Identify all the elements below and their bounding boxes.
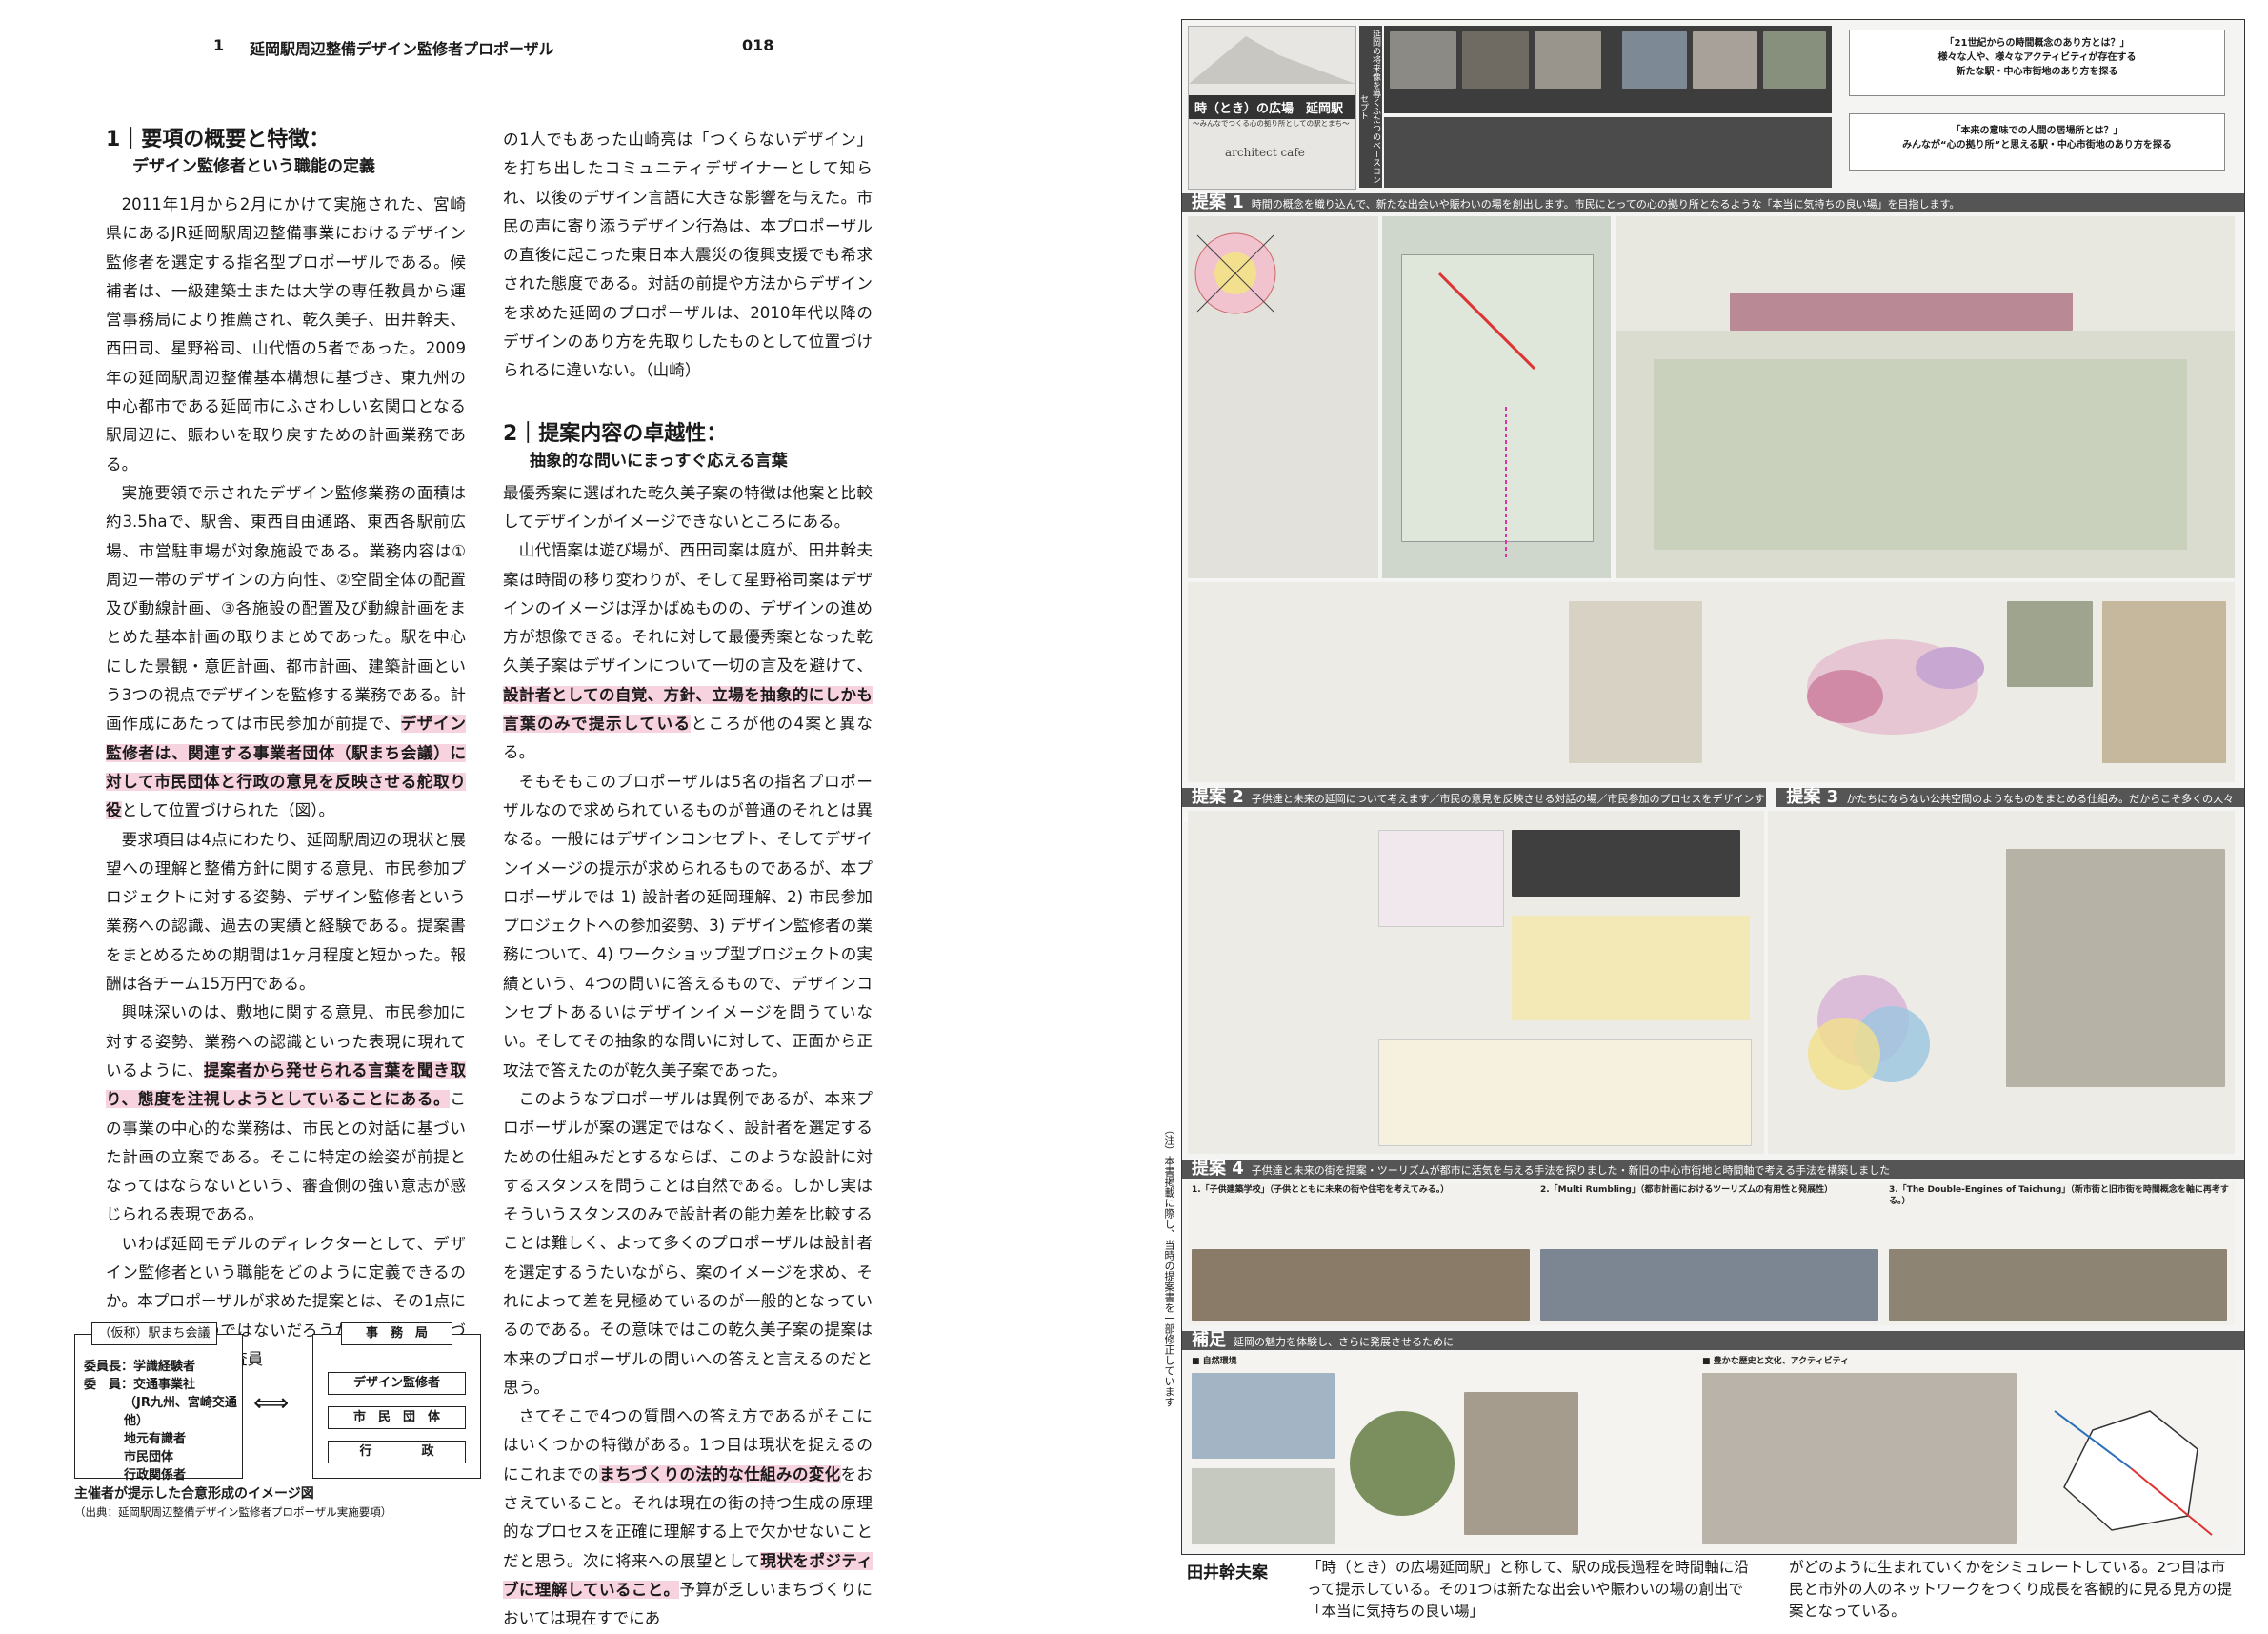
page-number: 018 [742, 36, 774, 54]
proposal-3-content [1768, 811, 2235, 1154]
figure-source: （出典：延岡駅周辺整備デザイン監修者プロポーザル実施要項） [74, 1505, 392, 1519]
text-run: この事業の中心的な業務は、市民との対話に基づいた計画の立案である。そこに特定の絵… [106, 1090, 466, 1224]
text-run: 山代悟案は遊び場が、西田司案は庭が、田井幹夫案は時間の移り変わりが、そして星野裕… [503, 541, 873, 676]
perspective-rendering [1616, 216, 2235, 578]
member-item: 行政関係者 [124, 1468, 187, 1483]
paragraph: このようなプロポーザルは異例であるが、本来プロポーザルが案の選定ではなく、設計者… [503, 1089, 873, 1397]
proposal-1-diagram [1188, 216, 1378, 578]
concept-vertical-label: 延岡の将来像を導くふたつのベースコンセプト [1358, 26, 1382, 188]
supplement-heading: ■ 豊かな歴史と文化、アクティビティ [1702, 1357, 1850, 1366]
column-2-body-2: 最優秀案に選ばれた乾久美子案の特徴は他案と比較してデザインがイメージできないとこ… [503, 479, 873, 1634]
proposal-1-band: 提案 1 時間の概念を織り込んで、新たな出会いや賑わいの場を創出します。市民にとっ… [1182, 193, 2244, 212]
photo-strip-top [1384, 26, 1832, 113]
supplement-text: 延岡の魅力を体験し、さらに発展させるために [1234, 1336, 1454, 1348]
proposal-2-band: 提案 2 子供達と未来の延岡について考えます／市民の意見を反映させる対話の場／市民… [1182, 787, 1767, 824]
proposal-2-content [1188, 811, 1764, 1154]
text-run: 実施要領で示されたデザイン監修業務の面積は約3.5haで、駅舎、東西自由通路、東… [106, 483, 466, 734]
members-list: （JR九州、宮崎交通他） 地元有識者 市民団体 行政関係者 [84, 1394, 242, 1484]
venn-diagram [1808, 975, 1930, 1090]
section-2-subtitle: 抽象的な問いにまっすぐ応える言葉 [530, 451, 788, 471]
text-run: として位置づけられた（図）。 [121, 801, 335, 820]
concept-question-1: 「21世紀からの時間概念のあり方とは？」 様々な人や、様々なアクティビティが存在… [1849, 30, 2225, 96]
red-route-lines [1437, 272, 1536, 559]
right-box-item: デザイン監修者 [328, 1372, 466, 1395]
panel-subtitle: 〜みんなでつくる心の拠り所としての駅とまち〜 [1193, 119, 1350, 128]
chapter-number: 1 [213, 36, 225, 54]
paragraph: 興味深いのは、敷地に関する意見、市民参加に対する姿勢、業務への認識といった表現に… [106, 999, 466, 1229]
proposal-board: 時（とき）の広場 延岡駅 〜みんなでつくる心の拠り所としての駅とまち〜 arch… [1181, 19, 2245, 1555]
chair-label: 委員長：学識経験者 [84, 1360, 196, 1374]
proposal-4-item: 1.「子供建築学校」（子供とともに未来の街や住宅を考えてみる。） [1192, 1185, 1450, 1195]
panel-title: 時（とき）の広場 延岡駅 [1189, 95, 1355, 119]
proposal-1-label: 提案 1 [1192, 192, 1244, 212]
member-item: 市民団体 [124, 1450, 174, 1464]
logo: architect cafe [1225, 146, 1305, 159]
right-box-item: 行 政 [328, 1441, 466, 1463]
column-1-body: 2011年1月から2月にかけて実施された、宮崎県にあるJR延岡駅周辺整備事業にお… [106, 191, 466, 1374]
column-1: 1｜要項の概要と特徴： デザイン監修者という職能の定義 2011年1月から2月に… [106, 126, 466, 1374]
proposal-4-item: 3.「The Double-Engines of Taichung」（新市街と旧… [1889, 1185, 2229, 1206]
left-box: 委員長：学識経験者 委 員：交通事業社 （JR九州、宮崎交通他） 地元有識者 市… [74, 1334, 243, 1483]
column-2-body: の1人でもあった山崎亮は「つくらないデザイン」を打ち出したコミュニティデザイナー… [503, 126, 873, 386]
members-label: 委 員：交通事業社 [84, 1378, 196, 1392]
catchment-diagram [1194, 232, 1276, 314]
member-item: 地元有識者 [124, 1432, 187, 1446]
proposal-credit: 田井幹夫案 [1187, 1563, 1268, 1583]
title-block: 時（とき）の広場 延岡駅 〜みんなでつくる心の拠り所としての駅とまち〜 arch… [1188, 26, 1356, 190]
proposal-4-band: 提案 4 子供達と未来の街を提案・ツーリズムが都市に活気を与える手法を探りました・… [1182, 1160, 2244, 1179]
bidirectional-arrow-icon: ⟺ [253, 1389, 290, 1418]
column-2: の1人でもあった山崎亮は「つくらないデザイン」を打ち出したコミュニティデザイナー… [503, 126, 873, 1634]
supplement-heading: ■ 自然環境 [1192, 1357, 1237, 1366]
bottom-caption-2: がどのように生まれていくかをシミュレートしている。2つ目は市民と市外の人のネット… [1789, 1559, 2233, 1620]
paragraph: 山代悟案は遊び場が、西田司案は庭が、田井幹夫案は時間の移り変わりが、そして星野裕… [503, 536, 873, 767]
consensus-diagram: 委員長：学識経験者 委 員：交通事業社 （JR九州、宮崎交通他） 地元有識者 市… [74, 1322, 484, 1483]
paragraph: さてそこで4つの質問への答え方であるがそこにはいくつかの特徴がある。1つ目は現状… [503, 1402, 873, 1633]
proposal-4-text: 子供達と未来の街を提案・ツーリズムが都市に活気を与える手法を探りました・新旧の中… [1251, 1164, 1891, 1177]
section-1-subtitle: デザイン監修者という職能の定義 [132, 157, 375, 176]
paragraph: そもそもこのプロポーザルは5名の指名プロポーザルなので求められているものが普通の… [503, 772, 873, 1079]
city-map-diagram [2054, 1410, 2213, 1536]
running-title: 延岡駅周辺整備デザイン監修者プロポーザル [250, 40, 554, 58]
paragraph: 要求項目は4点にわたり、延岡駅周辺の現状と展望への理解と整備方針に関する意見、市… [106, 830, 466, 994]
proposal-1-text: 時間の概念を織り込んで、新たな出会いや賑わいの場を創出します。市民にとっての心の… [1251, 198, 1960, 211]
proposal-3-label: 提案 3 [1786, 787, 1839, 807]
mountain-sketch-icon [1189, 36, 1355, 84]
right-box-title: 事 務 局 [341, 1322, 452, 1345]
paragraph: 実施要領で示されたデザイン監修業務の面積は約3.5haで、駅舎、東西自由通路、東… [106, 479, 466, 826]
proposal-4-content: 1.「子供建築学校」（子供とともに未来の街や住宅を考えてみる。） 2.「Mult… [1188, 1182, 2235, 1325]
figure-caption: 主催者が提示した合意形成のイメージ図 [74, 1486, 314, 1502]
left-box-title: （仮称）駅まち会議 [91, 1322, 217, 1345]
concept-question-2: 「本来の意味での人間の居場所とは？」 みんなが“心の拠り所”と思える駅・中心市街… [1849, 113, 2225, 171]
proposal-4-item: 2.「Multi Rumbling」（都市計画におけるツーリズムの有用性と発展性… [1540, 1185, 1834, 1195]
right-box-item: 市 民 団 体 [328, 1406, 466, 1429]
paragraph: 2011年1月から2月にかけて実施された、宮崎県にあるJR延岡駅周辺整備事業にお… [106, 195, 466, 474]
member-item: （JR九州、宮崎交通他） [124, 1396, 237, 1428]
supplement-label: 補足 [1192, 1330, 1226, 1350]
supplement-band: 補足 延岡の魅力を体験し、さらに発展させるために [1182, 1331, 2244, 1350]
paragraph: 最優秀案に選ばれた乾久美子案の特徴は他案と比較してデザインがイメージできないとこ… [503, 483, 873, 531]
network-bubble-diagram [1807, 639, 1984, 735]
supplement-content: ■ 自然環境 ■ 豊かな歴史と文化、アクティビティ [1188, 1354, 2235, 1548]
proposal-4-label: 提案 4 [1192, 1159, 1244, 1179]
section-1-title: 1｜要項の概要と特徴： [106, 128, 331, 151]
vertical-note: （注）本書掲載に際し、当時の提案書を一部修正しています [1163, 1124, 1175, 1407]
highlighted-text: まちづくりの法的な仕組みの変化 [599, 1464, 841, 1483]
proposal-1-details [1188, 582, 2235, 782]
left-box-content: 委員長：学識経験者 委 員：交通事業社 （JR九州、宮崎交通他） 地元有識者 市… [84, 1358, 242, 1484]
proposal-2-label: 提案 2 [1192, 787, 1244, 807]
proposal-3-band: 提案 3 かたちにならない公共空間のようなものをまとめる仕組み。だからこそ多くの人… [1776, 787, 2244, 824]
section-2-title: 2｜提案内容の卓越性： [503, 421, 728, 446]
concept-text-block [1384, 117, 1832, 188]
bottom-caption-1: 「時（とき）の広場延岡駅」と称して、駅の成長過程を時間軸に沿って提示している。そ… [1307, 1559, 1749, 1620]
paragraph: の1人でもあった山崎亮は「つくらないデザイン」を打ち出したコミュニティデザイナー… [503, 131, 873, 380]
site-plan-image [1382, 216, 1611, 578]
